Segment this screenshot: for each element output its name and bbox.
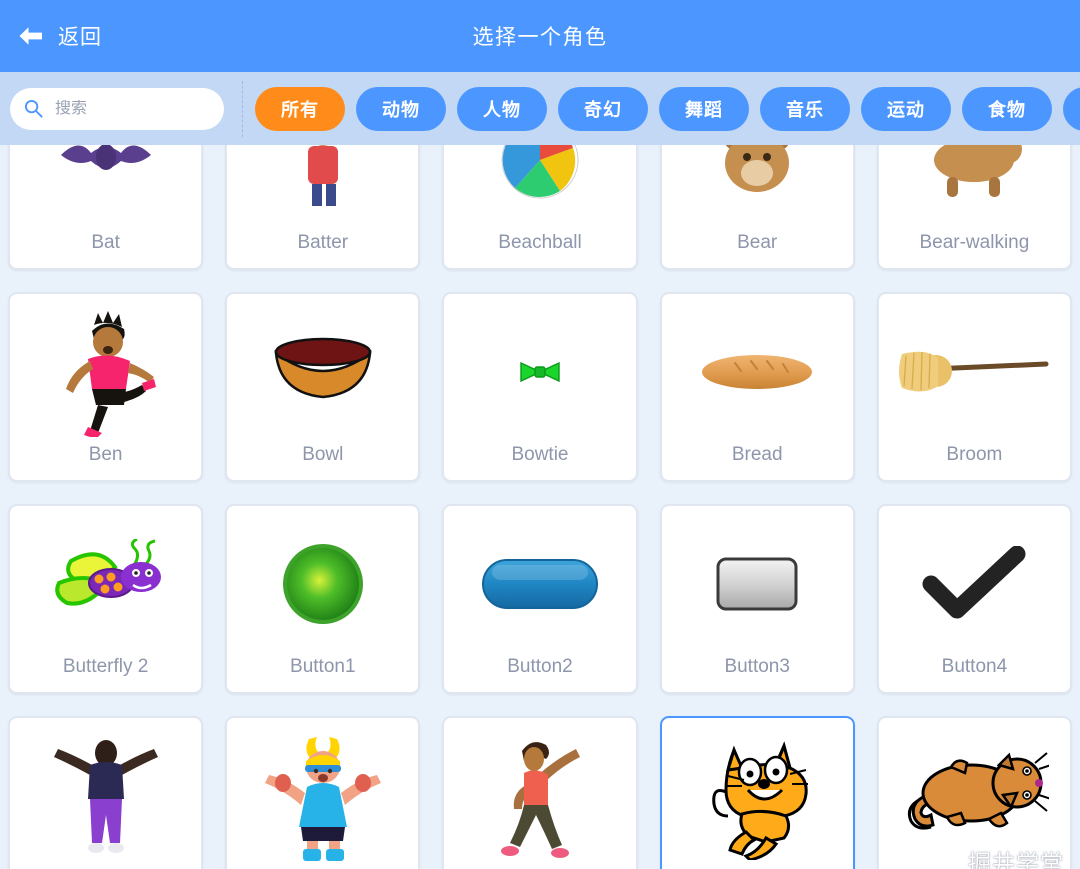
category-pill-all[interactable]: 所有 <box>255 86 345 131</box>
sprite-card-button4[interactable]: Button4 <box>876 504 1072 694</box>
bowtie-sprite <box>444 294 635 444</box>
bowl-sprite <box>227 294 418 444</box>
sprite-label: Ben <box>88 444 123 465</box>
sprite-card-beachball[interactable]: Beachball <box>442 145 638 270</box>
sprite-label: Button1 <box>290 656 356 677</box>
casey-sprite <box>227 718 418 868</box>
sprite-card-bear[interactable]: Bear <box>659 145 855 270</box>
left-arrow-icon <box>19 27 42 45</box>
button2-sprite <box>444 506 635 656</box>
cat-2-sprite <box>879 718 1070 868</box>
bear-walking-sprite <box>879 145 1070 232</box>
library-header: 返回 选择一个角色 <box>0 0 1080 72</box>
sprite-label: Bear <box>737 232 778 253</box>
category-pill-list: 所有 动物 人物 奇幻 舞蹈 音乐 运动 食物 时尚 <box>255 86 1080 131</box>
search-box[interactable] <box>10 87 224 130</box>
cassy-dance-sprite <box>444 718 635 868</box>
category-pill-people[interactable]: 人物 <box>457 86 547 131</box>
sprite-card-calvrett[interactable]: Calvrett <box>8 716 204 869</box>
sprite-card-bear-walking[interactable]: Bear-walking <box>876 145 1072 270</box>
sprite-label: Bread <box>731 444 783 465</box>
search-icon <box>24 99 43 118</box>
bat-sprite <box>10 145 201 232</box>
cat-sprite <box>662 718 853 868</box>
butterfly-2-sprite <box>10 506 201 656</box>
broom-sprite <box>879 294 1070 444</box>
sprite-label: Button4 <box>941 656 1008 677</box>
calvrett-sprite <box>10 718 201 868</box>
category-pill-dance[interactable]: 舞蹈 <box>659 86 749 131</box>
page-title: 选择一个角色 <box>472 26 608 49</box>
sprite-grid-scroll[interactable]: Bat Batter Beachball Bear Bear-walking B… <box>0 145 1080 869</box>
sprite-card-bowl[interactable]: Bowl <box>225 292 421 482</box>
sprite-card-ben[interactable]: Ben <box>8 292 204 482</box>
sprite-card-button2[interactable]: Button2 <box>442 504 638 694</box>
category-pill-music[interactable]: 音乐 <box>760 86 850 131</box>
category-pill-food[interactable]: 食物 <box>962 86 1052 131</box>
sprite-label: Batter <box>297 232 349 253</box>
batter-sprite <box>227 145 418 232</box>
category-pill-fantasy[interactable]: 奇幻 <box>558 86 648 131</box>
ben-sprite <box>10 294 201 444</box>
bear-sprite <box>662 145 853 232</box>
sprite-card-casey[interactable]: Casey <box>225 716 421 869</box>
sprite-card-batter[interactable]: Batter <box>225 145 421 270</box>
sprite-card-bread[interactable]: Bread <box>659 292 855 482</box>
search-input[interactable] <box>55 99 210 118</box>
sprite-label: Beachball <box>498 232 582 253</box>
button4-sprite <box>879 506 1070 656</box>
category-pill-sports[interactable]: 运动 <box>861 86 951 131</box>
filter-bar: 所有 动物 人物 奇幻 舞蹈 音乐 运动 食物 时尚 <box>0 72 1080 145</box>
button3-sprite <box>662 506 853 656</box>
sprite-grid: Bat Batter Beachball Bear Bear-walking B… <box>8 145 1072 869</box>
sprite-card-cassy-dance[interactable]: Cassy Dance <box>442 716 638 869</box>
beachball-sprite <box>444 145 635 232</box>
back-button[interactable]: 返回 <box>18 21 102 51</box>
sprite-label: Bear-walking <box>919 232 1030 253</box>
back-label: 返回 <box>58 26 102 49</box>
sprite-label: Broom <box>946 444 1003 465</box>
sprite-label: Button3 <box>724 656 790 677</box>
bread-sprite <box>662 294 853 444</box>
sprite-card-button1[interactable]: Button1 <box>225 504 421 694</box>
filter-divider <box>242 80 243 137</box>
sprite-card-broom[interactable]: Broom <box>876 292 1072 482</box>
sprite-card-butterfly-2[interactable]: Butterfly 2 <box>8 504 204 694</box>
category-pill-animals[interactable]: 动物 <box>356 86 446 131</box>
sprite-label: Butterfly 2 <box>62 656 149 677</box>
sprite-label: Bowtie <box>511 444 569 465</box>
sprite-card-bat[interactable]: Bat <box>8 145 204 270</box>
button1-sprite <box>227 506 418 656</box>
sprite-card-cat[interactable]: Cat <box>659 716 855 869</box>
sprite-card-bowtie[interactable]: Bowtie <box>442 292 638 482</box>
category-pill-fashion[interactable]: 时尚 <box>1063 86 1080 131</box>
sprite-label: Bowl <box>302 444 344 465</box>
sprite-card-button3[interactable]: Button3 <box>659 504 855 694</box>
sprite-card-cat-2[interactable]: Cat 2 掘井学堂 <box>876 716 1072 869</box>
sprite-label: Button2 <box>507 656 573 677</box>
sprite-label: Bat <box>91 232 120 253</box>
